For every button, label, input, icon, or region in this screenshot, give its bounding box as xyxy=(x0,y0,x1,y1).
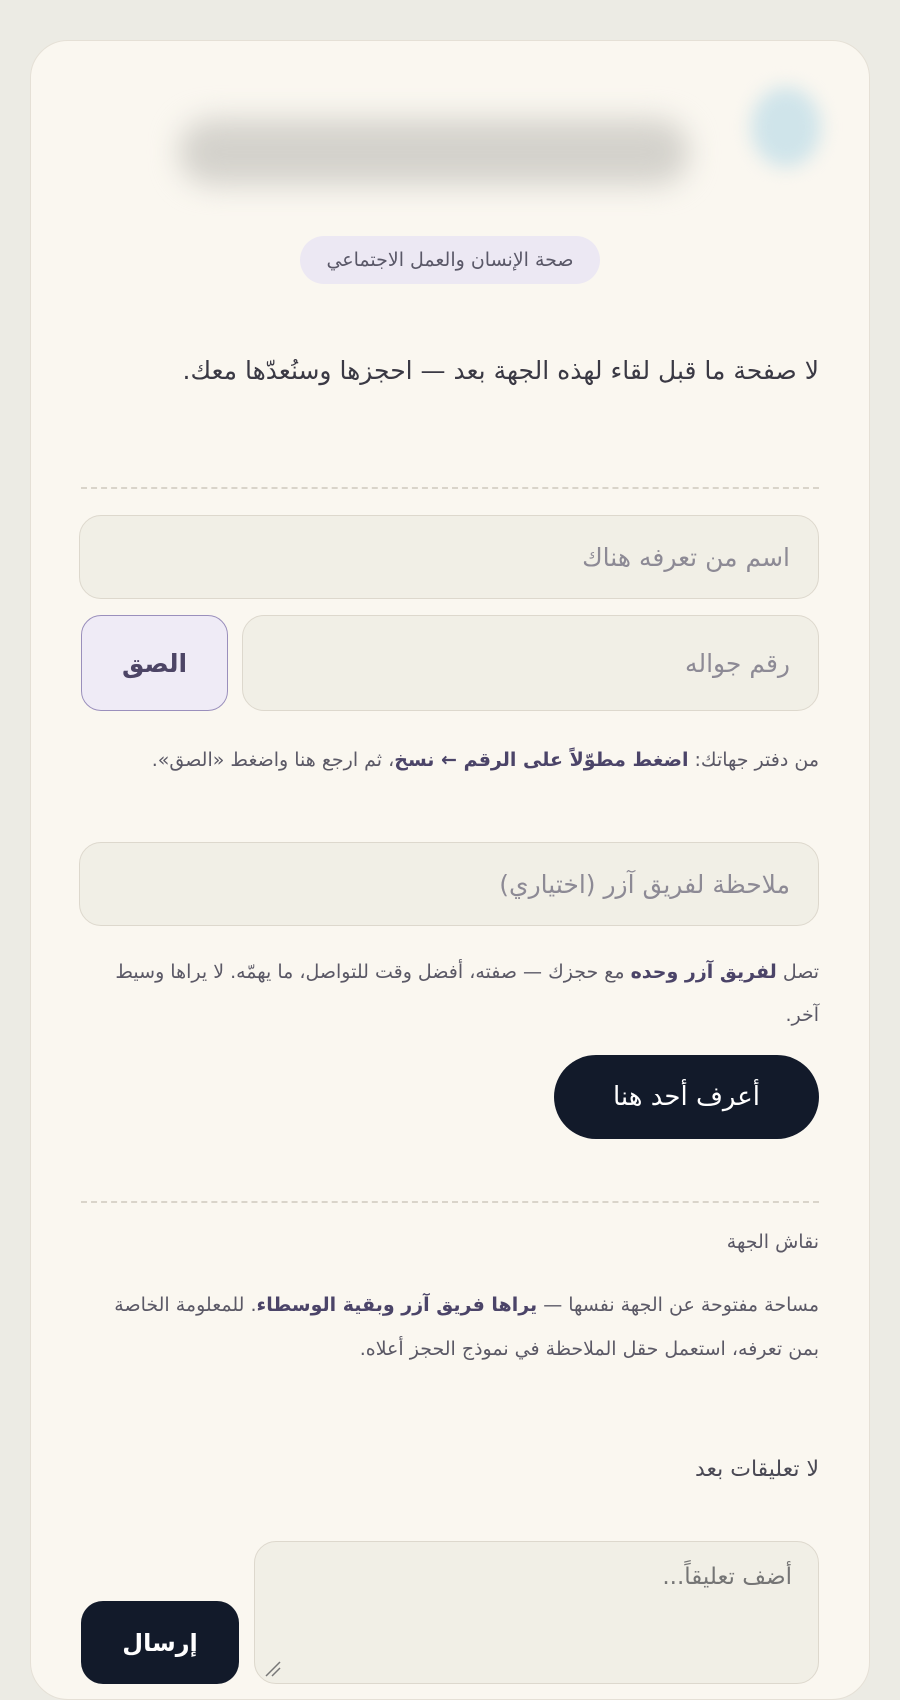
note-input[interactable] xyxy=(79,842,819,926)
discussion-desc-bold: يراها فريق آزر وبقية الوسطاء xyxy=(256,1294,538,1316)
intro-text: لا صفحة ما قبل لقاء لهذه الجهة بعد — احج… xyxy=(182,356,819,385)
avatar xyxy=(751,87,821,167)
contact-name-input[interactable] xyxy=(79,515,819,599)
org-card: صحة الإنسان والعمل الاجتماعي لا صفحة ما … xyxy=(30,40,870,1700)
sector-tag-wrap: صحة الإنسان والعمل الاجتماعي xyxy=(31,236,869,284)
resize-grip-icon[interactable] xyxy=(262,1658,282,1678)
phone-help-suffix: ، ثم ارجع هنا واضغط «الصق». xyxy=(151,749,395,771)
phone-help-bold: اضغط مطوّلاً على الرقم ← نسخ xyxy=(394,749,689,771)
empty-comments-status: لا تعليقات بعد xyxy=(694,1457,819,1482)
discussion-description: مساحة مفتوحة عن الجهة نفسها — يراها فريق… xyxy=(81,1283,819,1371)
phone-help-prefix: من دفتر جهاتك: xyxy=(688,749,819,771)
divider xyxy=(81,487,819,489)
send-comment-button[interactable]: إرسال xyxy=(81,1601,239,1684)
note-help-bold: لفريق آزر وحده xyxy=(630,961,777,983)
comment-box-wrap xyxy=(254,1541,819,1684)
discussion-title: نقاش الجهة xyxy=(726,1231,819,1253)
note-help: تصل لفريق آزر وحده مع حجزك — صفته، أفضل … xyxy=(81,951,819,1037)
discussion-desc-prefix: مساحة مفتوحة عن الجهة نفسها — xyxy=(537,1294,819,1316)
phone-help: من دفتر جهاتك: اضغط مطوّلاً على الرقم ← … xyxy=(81,739,819,782)
note-help-prefix: تصل xyxy=(776,961,819,983)
comment-textarea[interactable] xyxy=(254,1541,819,1684)
know-someone-button[interactable]: أعرف أحد هنا xyxy=(554,1055,819,1139)
blurred-header xyxy=(31,41,869,216)
phone-input[interactable] xyxy=(242,615,819,711)
sector-tag: صحة الإنسان والعمل الاجتماعي xyxy=(300,236,600,284)
divider xyxy=(81,1201,819,1203)
paste-button[interactable]: الصق xyxy=(81,615,228,711)
blurred-title xyxy=(179,119,689,185)
